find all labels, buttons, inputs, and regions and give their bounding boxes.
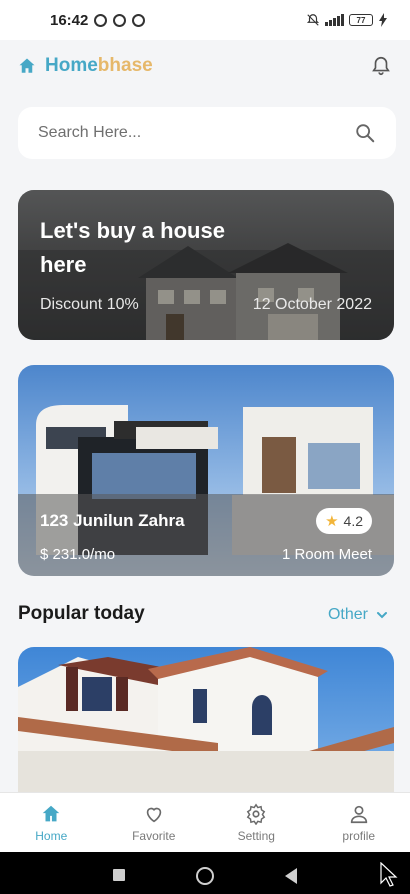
home-icon bbox=[43, 805, 60, 821]
property-name: 123 Junilun Zahra bbox=[40, 511, 185, 530]
search-icon[interactable] bbox=[354, 122, 376, 144]
back-button[interactable] bbox=[285, 868, 297, 884]
promo-banner[interactable]: Let's buy a house here Discount 10% 12 O… bbox=[18, 190, 394, 340]
feature-info-band bbox=[18, 494, 394, 576]
app-header: Homebhase bbox=[0, 48, 410, 84]
other-label: Other bbox=[327, 606, 368, 623]
charging-icon bbox=[379, 13, 387, 27]
status-left: 16:42 bbox=[50, 11, 146, 29]
property-image bbox=[18, 647, 394, 793]
nav-home-label: Home bbox=[35, 828, 68, 843]
battery-icon: 77 bbox=[349, 14, 373, 26]
other-dropdown[interactable]: Other bbox=[328, 606, 388, 624]
status-bar: 16:42 77 bbox=[0, 0, 410, 40]
home-button[interactable] bbox=[196, 867, 214, 885]
property-price: $ 231.0/mo bbox=[40, 546, 116, 563]
bottom-navigation: Home Favorite Setting profile bbox=[0, 792, 410, 852]
nav-profile[interactable]: profile bbox=[308, 793, 410, 852]
promo-discount: Discount 10% bbox=[40, 296, 139, 313]
recents-button[interactable] bbox=[113, 869, 125, 881]
rating-badge: ★ 4.2 bbox=[316, 508, 372, 534]
rating-value: 4.2 bbox=[343, 513, 363, 529]
heart-icon bbox=[146, 807, 161, 822]
section-title-popular: Popular today bbox=[18, 603, 145, 624]
vpn-icon bbox=[113, 13, 127, 27]
system-navigation-bar bbox=[0, 852, 410, 894]
brand-part-home: Home bbox=[45, 55, 98, 76]
star-icon: ★ bbox=[325, 513, 339, 530]
featured-property-card[interactable]: 123 Junilun Zahra ★ 4.2 $ 231.0/mo 1 Roo… bbox=[18, 365, 394, 576]
app-brand: Homebhase bbox=[45, 55, 153, 77]
property-rooms: 1 Room Meet bbox=[281, 546, 372, 563]
nav-setting[interactable]: Setting bbox=[205, 793, 308, 852]
whatsapp-icon bbox=[94, 13, 108, 27]
status-time: 16:42 bbox=[50, 11, 89, 29]
signal-icon bbox=[325, 14, 344, 26]
nav-setting-label: Setting bbox=[237, 828, 275, 843]
brand-part-bhase: bhase bbox=[97, 55, 153, 76]
nav-favorite[interactable]: Favorite bbox=[103, 793, 206, 852]
promo-date: 12 October 2022 bbox=[252, 296, 372, 313]
mouse-cursor-icon bbox=[380, 862, 398, 887]
status-right: 77 bbox=[306, 13, 388, 27]
mute-icon bbox=[306, 14, 320, 26]
alarm-icon bbox=[132, 13, 146, 27]
popular-property-card[interactable] bbox=[18, 647, 394, 793]
notification-bell-icon[interactable] bbox=[370, 54, 392, 78]
home-logo-icon bbox=[19, 58, 35, 73]
chevron-down-icon bbox=[377, 612, 387, 619]
promo-title: Let's buy a house here bbox=[40, 218, 225, 277]
search-input[interactable]: Search Here... bbox=[38, 124, 354, 142]
nav-favorite-label: Favorite bbox=[132, 828, 176, 843]
gear-icon bbox=[246, 803, 266, 825]
user-icon bbox=[350, 805, 367, 823]
nav-home[interactable]: Home bbox=[0, 793, 103, 852]
nav-profile-label: profile bbox=[342, 828, 376, 843]
search-bar[interactable]: Search Here... bbox=[18, 107, 396, 159]
